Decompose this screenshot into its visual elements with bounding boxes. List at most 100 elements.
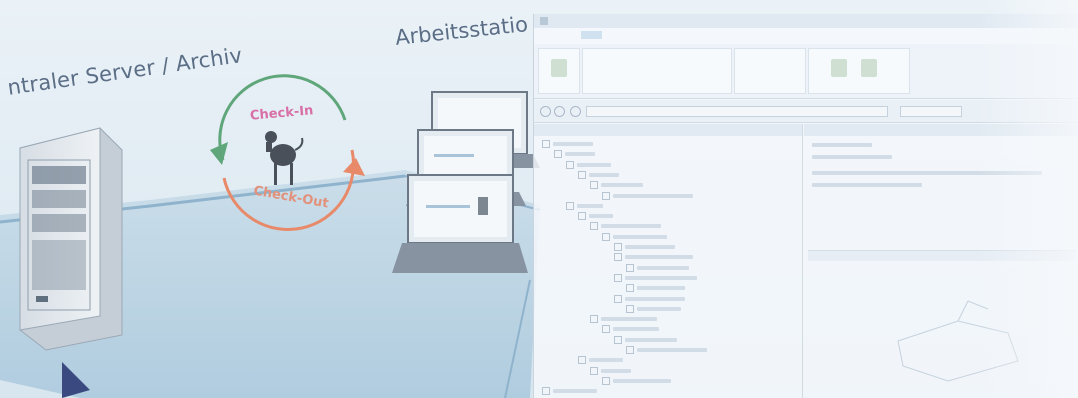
tree-node-icon [602,325,610,334]
tree-node[interactable] [578,212,613,222]
tree-node[interactable] [578,356,623,366]
tree-node[interactable] [626,263,689,274]
tree-node-label [577,162,611,167]
breadcrumb-bar[interactable] [586,106,888,117]
back-icon[interactable] [540,106,551,117]
banner-illustration: ntraler Server / Archiv Arbeitsstatio Ch… [0,0,1078,398]
refresh-icon[interactable] [570,106,581,117]
tree-node[interactable] [614,273,697,284]
tree-node[interactable] [590,366,631,377]
tree-node-label [613,234,667,239]
ribbon-tab[interactable] [554,31,575,39]
tree-node-label [601,224,661,229]
tree-node-icon [626,263,634,272]
tree-node[interactable] [614,294,685,305]
tree-node[interactable] [614,243,675,253]
tree-node-icon [626,284,634,293]
tree-node[interactable] [554,150,595,160]
tree-node[interactable] [602,376,671,387]
tree-node[interactable] [578,170,619,181]
tree-node-icon [614,243,622,251]
tree-node[interactable] [590,315,657,325]
tree-node[interactable] [590,181,643,191]
tree-node-icon [542,140,550,148]
tree-node-icon [590,366,598,375]
tree-node-icon [614,294,622,303]
tree-node-label [625,296,685,301]
ribbon-tab[interactable] [608,31,629,39]
dog-mascot-icon [265,131,304,185]
property-row [812,182,922,192]
tree-node-label [601,317,657,322]
tree-node-icon [614,335,622,344]
tree-node[interactable] [542,387,597,397]
tree-node-icon [578,170,586,179]
tree-node-icon [602,376,610,385]
tree-node-icon [590,315,598,324]
ribbon-large-button[interactable] [831,59,847,77]
ribbon-group [582,48,732,94]
tree-node-icon [602,232,610,241]
tree-node-label [589,358,623,363]
tree-node-label [637,265,689,270]
tree-node-icon [554,150,562,159]
tree-node-icon [614,273,622,282]
app-logo-icon [540,17,548,25]
ribbon-tab[interactable] [635,31,658,39]
ribbon-large-button[interactable] [551,59,567,77]
tree-node-label [577,203,603,208]
tree-node-label [553,389,597,394]
ribbon-tab[interactable] [664,31,687,39]
tree-node-icon [614,253,622,262]
tree-node[interactable] [614,253,693,263]
tree-node-label [553,142,593,146]
ribbon-group [734,48,806,94]
tree-node-label [589,214,613,219]
tree-node[interactable] [602,325,659,335]
tree-node-icon [566,160,574,169]
property-row [812,154,892,164]
tree-node-label [601,183,643,188]
tree-node-icon [590,181,598,190]
tree-node-label [625,337,677,342]
laptop-stack [392,91,540,273]
forward-icon[interactable] [554,106,565,117]
property-row [812,142,872,152]
tree-node[interactable] [602,191,693,202]
tree-node[interactable] [602,232,667,243]
tree-node[interactable] [542,140,593,150]
tree-node[interactable] [626,346,707,356]
tree-node[interactable] [566,201,603,212]
search-input[interactable] [900,106,962,117]
ribbon-large-button[interactable] [861,59,877,77]
tree-node-icon [542,387,550,396]
tree-node-icon [566,201,574,210]
tree-node-label [637,348,707,352]
tree-node-label [625,275,697,280]
ribbon-tabs [554,31,692,42]
tree-node-label [589,172,619,177]
tree-node[interactable] [614,335,677,346]
tree-node[interactable] [626,304,681,315]
tree-node-icon [578,212,586,221]
tree-node-icon [626,346,634,354]
tree-node[interactable] [590,222,661,232]
tree-node-label [613,378,671,383]
ribbon-group [808,48,910,94]
ribbon-group [538,48,580,94]
tree-pane-header [534,124,802,136]
tree-node[interactable] [566,160,611,171]
tree-node-label [637,306,681,311]
tree-node[interactable] [626,284,685,294]
tree-node-label [613,327,659,332]
tree-node-icon [626,304,634,313]
tree-pane [534,124,803,398]
tree-node-label [625,255,693,260]
ribbon-tab-active[interactable] [581,31,603,39]
tree-node-icon [602,191,610,200]
tree-node-label [601,368,631,373]
tree-node-label [565,152,595,157]
tree-node-label [637,286,685,291]
tree-node-label [625,245,675,249]
tree-node-label [613,193,693,198]
